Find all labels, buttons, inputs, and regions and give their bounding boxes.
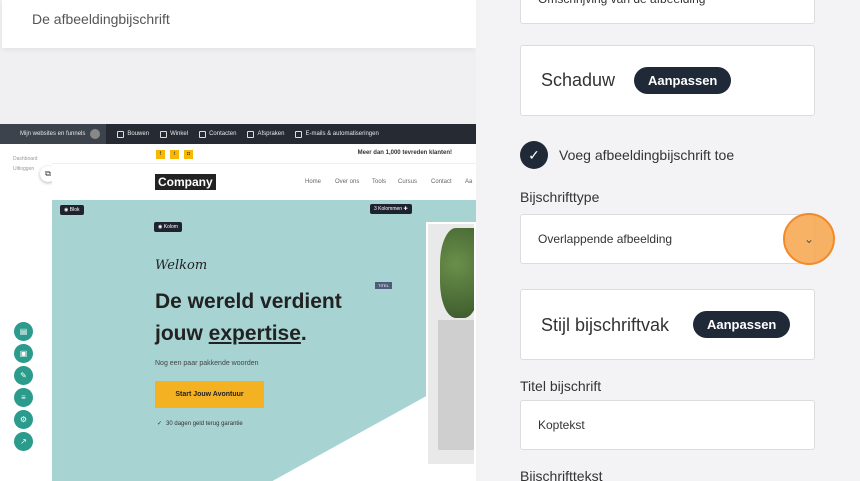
- hero-image[interactable]: [426, 222, 476, 466]
- builder-sidenav: Dashboard Uitloggen ▤ ▣ ✎ ≡ ⚙ ↗: [0, 144, 52, 481]
- topbar-label: Afspraken: [257, 131, 285, 137]
- nav-tools[interactable]: Tools: [372, 179, 386, 185]
- caption-style-adjust-button[interactable]: Aanpassen: [693, 311, 791, 338]
- cta-button[interactable]: Start Jouw Avontuur: [155, 381, 264, 408]
- facebook-icon[interactable]: f: [156, 150, 165, 159]
- shadow-adjust-button[interactable]: Aanpassen: [634, 67, 732, 94]
- kolom-badge-label: Kolom: [163, 224, 178, 230]
- settings-panel: Omschrijving van de afbeelding Schaduw A…: [476, 0, 860, 481]
- kolommen-count: 3: [374, 206, 377, 212]
- caption-text-label: Bijschrifttekst: [520, 468, 603, 481]
- website-preview: Mijn websites en funnels Bouwen Winkel C…: [0, 124, 476, 481]
- filter-tool-icon[interactable]: ≡: [14, 388, 33, 407]
- nav-cursus[interactable]: Cursus: [398, 179, 417, 185]
- topbar-label: E-mails & automatiseringen: [305, 131, 379, 137]
- hero-headline[interactable]: De wereld verdient jouw expertise.: [155, 286, 425, 350]
- headline-prefix: jouw: [155, 322, 209, 345]
- topbar-item-bouwen[interactable]: Bouwen: [117, 130, 150, 138]
- topbar-label: Winkel: [170, 131, 189, 137]
- caption-style-label: Stijl bijschriftvak: [541, 315, 670, 335]
- caption-title-label: Titel bijschrift: [520, 378, 602, 394]
- caption-type-label: Bijschrifttype: [520, 189, 600, 205]
- editor-canvas: De afbeeldingbijschrift Mijn websites en…: [0, 0, 476, 481]
- builder-topbar: Mijn websites en funnels Bouwen Winkel C…: [0, 124, 476, 144]
- calendar-icon: [247, 130, 255, 138]
- sections-tool-icon[interactable]: ▤: [14, 322, 33, 341]
- shop-icon: [160, 130, 168, 138]
- external-link-tool-icon[interactable]: ↗: [14, 432, 33, 451]
- nav-contact[interactable]: Contact: [431, 179, 452, 185]
- promo-bar: f t ◘ Meer dan 1,000 tevreden klanten!: [52, 144, 476, 164]
- hero-welkom[interactable]: Welkom: [155, 258, 207, 273]
- shadow-card: Schaduw Aanpassen: [520, 45, 815, 116]
- promo-text: Meer dan 1,000 tevreden klanten!: [357, 150, 452, 156]
- topbar-item-emails[interactable]: E-mails & automatiseringen: [295, 130, 379, 138]
- site-logo[interactable]: Company: [155, 174, 216, 190]
- kolommen-badge-label: Kolommen: [378, 206, 403, 212]
- settings-tool-icon[interactable]: ⚙: [14, 410, 33, 429]
- shadow-label: Schaduw: [541, 70, 616, 90]
- plant-shape: [440, 228, 474, 318]
- contacts-icon: [199, 130, 207, 138]
- hero-section[interactable]: ◉ Blok ◉ Kolom 3 Kolommen ✚ Welkom TITEL…: [52, 200, 476, 481]
- topbar-item-contacten[interactable]: Contacten: [199, 130, 237, 138]
- caption-type-select[interactable]: Overlappende afbeelding: [520, 214, 815, 264]
- checkmark-icon: ✓: [528, 146, 540, 163]
- guarantee-text: 30 dagen geld terug garantie: [166, 420, 243, 427]
- topbar-item-afspraken[interactable]: Afspraken: [247, 130, 285, 138]
- mail-icon: [295, 130, 303, 138]
- check-circle-icon: ✓: [157, 421, 163, 427]
- add-caption-label: Voeg afbeeldingbijschrift toe: [559, 147, 735, 163]
- headline-suffix: .: [300, 322, 307, 345]
- nav-home[interactable]: Home: [305, 179, 321, 185]
- kolommen-badge[interactable]: 3 Kolommen ✚: [370, 204, 412, 214]
- topbar-item-winkel[interactable]: Winkel: [160, 130, 189, 138]
- pencil-tool-icon[interactable]: ✎: [14, 366, 33, 385]
- site-navbar: Company Home Over ons Tools Cursus Conta…: [52, 164, 476, 200]
- topbar-label: Contacten: [209, 131, 237, 137]
- guarantee-line: ✓ 30 dagen geld terug garantie: [157, 420, 243, 428]
- caption-style-card: Stijl bijschriftvak Aanpassen: [520, 289, 815, 360]
- caption-preview-card: De afbeeldingbijschrift: [2, 0, 476, 48]
- chair-shape: [438, 320, 474, 450]
- kolom-badge[interactable]: ◉ Kolom: [154, 222, 182, 232]
- sidenav-logout[interactable]: Uitloggen: [13, 166, 34, 172]
- switch-icon: [90, 129, 101, 139]
- headline-underlined: expertise: [208, 322, 301, 345]
- chevron-down-icon[interactable]: ⌄: [783, 213, 835, 265]
- instagram-icon[interactable]: ◘: [184, 150, 193, 159]
- site-page: f t ◘ Meer dan 1,000 tevreden klanten! C…: [52, 144, 476, 481]
- image-description-input[interactable]: Omschrijving van de afbeelding: [520, 0, 815, 24]
- twitter-icon[interactable]: t: [170, 150, 179, 159]
- caption-preview-text: De afbeeldingbijschrift: [32, 11, 170, 27]
- hero-subtitle[interactable]: Nog een paar pakkende woorden: [155, 360, 259, 367]
- nav-more[interactable]: Aa: [465, 179, 472, 185]
- sidenav-dashboard[interactable]: Dashboard: [13, 156, 37, 162]
- pencil-icon: [117, 130, 125, 138]
- topbar-label: Bouwen: [127, 131, 150, 137]
- layout-tool-icon[interactable]: ▣: [14, 344, 33, 363]
- websites-chip-label: Mijn websites en funnels: [20, 131, 86, 137]
- nav-over-ons[interactable]: Over ons: [335, 179, 359, 185]
- add-caption-checkbox[interactable]: ✓: [520, 141, 548, 169]
- blok-badge[interactable]: ◉ Blok: [60, 205, 84, 215]
- caption-title-input[interactable]: Koptekst: [520, 400, 815, 450]
- blok-badge-label: Blok: [69, 207, 80, 213]
- websites-funnels-chip[interactable]: Mijn websites en funnels: [0, 124, 107, 144]
- headline-line-1: De wereld verdient: [155, 290, 342, 313]
- headline-line-2: jouw expertise.: [155, 318, 425, 350]
